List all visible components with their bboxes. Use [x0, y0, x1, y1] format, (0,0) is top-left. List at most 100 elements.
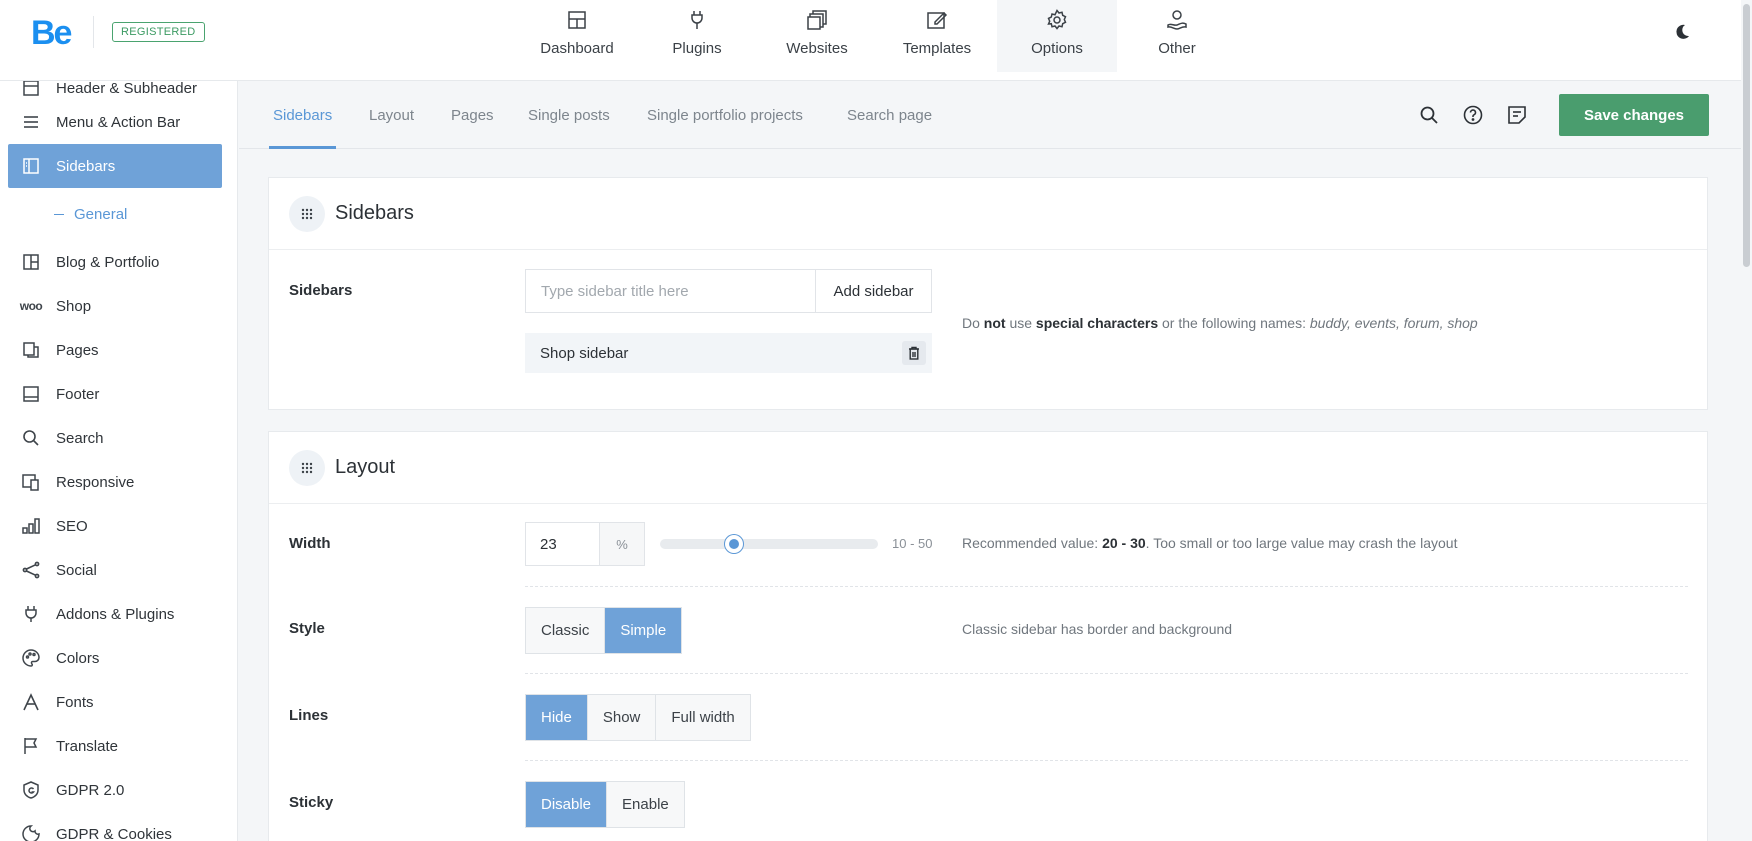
menu-icon [20, 111, 42, 133]
sidebar-item-footer[interactable]: Footer [8, 372, 222, 416]
top-bar: Be REGISTERED Dashboard Plugins Websites… [0, 0, 1752, 81]
pages-icon [20, 339, 42, 361]
shield-icon [20, 779, 42, 801]
drag-handle-icon[interactable] [289, 196, 325, 232]
topnav-label: Plugins [672, 40, 722, 57]
sidebar-title-input[interactable]: Type sidebar title here [525, 269, 816, 313]
drag-handle-icon[interactable] [289, 450, 325, 486]
blog-icon [20, 251, 42, 273]
hint-text: . Too small or too large value may crash… [1145, 535, 1458, 551]
sidebar-item-seo[interactable]: SEO [8, 504, 222, 548]
sidebar-item-label: Translate [56, 737, 118, 755]
tab-pages[interactable]: Pages [451, 81, 494, 149]
sticky-option-enable[interactable]: Enable [607, 782, 684, 827]
registered-badge: REGISTERED [112, 22, 205, 42]
topnav-plugins[interactable]: Plugins [637, 0, 757, 72]
betheme-logo[interactable]: Be [31, 14, 72, 53]
palette-icon [20, 647, 42, 669]
sidebar-item-colors[interactable]: Colors [8, 636, 222, 680]
sidebar-item-search[interactable]: Search [8, 416, 222, 460]
lines-option-full-width[interactable]: Full width [656, 695, 749, 740]
sidebar-item-menu[interactable]: Menu & Action Bar [8, 100, 222, 144]
sidebar-name-hint: Do not use special characters or the fol… [962, 315, 1478, 331]
page-scrollbar-thumb[interactable] [1743, 4, 1750, 267]
lines-option-show[interactable]: Show [588, 695, 657, 740]
width-hint: Recommended value: 20 - 30. Too small or… [962, 535, 1457, 551]
width-slider-handle[interactable] [725, 535, 743, 553]
topnav-websites[interactable]: Websites [757, 0, 877, 72]
tab-single-portfolio[interactable]: Single portfolio projects [647, 81, 803, 149]
search-icon [20, 427, 42, 449]
sidebar-item-label: GDPR & Cookies [56, 825, 172, 841]
style-option-classic[interactable]: Classic [526, 608, 606, 653]
topnav-other[interactable]: Other [1117, 0, 1237, 72]
sidebar-item-blog[interactable]: Blog & Portfolio [8, 240, 222, 284]
font-icon [20, 691, 42, 713]
sidebar-item-social[interactable]: Social [8, 548, 222, 592]
tab-search-page[interactable]: Search page [847, 81, 932, 149]
sidebar-item-shop[interactable]: woo Shop [8, 284, 222, 328]
sidebar-item-label: Search [56, 429, 104, 447]
sidebar-item-sidebars[interactable]: Sidebars [8, 144, 222, 188]
field-label-style: Style [289, 620, 325, 637]
search-icon[interactable] [1418, 104, 1440, 126]
style-option-simple[interactable]: Simple [605, 608, 682, 653]
sidebar-item-translate[interactable]: Translate [8, 724, 222, 768]
sticky-option-disable[interactable]: Disable [526, 782, 608, 827]
width-value[interactable]: 23 [526, 523, 600, 565]
dash-marker [54, 213, 64, 215]
sidebar-item-addons[interactable]: Addons & Plugins [8, 592, 222, 636]
sidebar-icon [20, 155, 42, 177]
options-sidebar: Header & Subheader Menu & Action Bar Sid… [0, 81, 238, 841]
topnav-label: Other [1158, 40, 1196, 57]
tab-single-posts[interactable]: Single posts [528, 81, 610, 149]
sidebar-item-label: Header & Subheader [56, 81, 197, 97]
moon-icon[interactable] [1670, 20, 1694, 44]
sidebar-item-gdpr[interactable]: GDPR 2.0 [8, 768, 222, 812]
sidebar-item-label: SEO [56, 517, 88, 535]
sidebar-item-label: GDPR 2.0 [56, 781, 125, 799]
save-changes-button[interactable]: Save changes [1559, 94, 1709, 136]
footer-icon [20, 383, 42, 405]
sidebar-name: Shop sidebar [540, 344, 629, 362]
field-label-width: Width [289, 535, 331, 552]
trash-icon[interactable] [902, 341, 926, 365]
sidebar-item-pages[interactable]: Pages [8, 328, 222, 372]
sidebar-item-label: Blog & Portfolio [56, 253, 160, 271]
sidebar-item-gdpr-cookies[interactable]: GDPR & Cookies [8, 812, 222, 841]
field-label-lines: Lines [289, 707, 329, 724]
topnav-label: Websites [786, 40, 848, 57]
panel-header: Sidebars [269, 178, 1707, 250]
woo-icon: woo [19, 299, 43, 313]
field-label-sticky: Sticky [289, 794, 334, 811]
width-slider-track[interactable] [660, 539, 878, 549]
width-unit: % [600, 523, 644, 565]
hint-text: use [1009, 315, 1033, 331]
sidebar-item-responsive[interactable]: Responsive [8, 460, 222, 504]
tab-sidebars[interactable]: Sidebars [268, 81, 337, 149]
cookie-icon [20, 823, 42, 841]
sidebar-subitem-general[interactable]: General [54, 201, 127, 227]
lines-option-hide[interactable]: Hide [526, 695, 588, 740]
topnav-templates[interactable]: Templates [877, 0, 997, 72]
sticky-toggle: Disable Enable [525, 781, 685, 828]
add-sidebar-button[interactable]: Add sidebar [816, 269, 932, 313]
help-icon[interactable] [1462, 104, 1484, 126]
style-hint: Classic sidebar has border and backgroun… [962, 621, 1233, 637]
topnav-options[interactable]: Options [997, 0, 1117, 72]
topnav-label: Templates [902, 40, 972, 57]
width-input[interactable]: 23 % [525, 522, 645, 566]
tab-layout[interactable]: Layout [369, 81, 414, 149]
sidebar-item-label: Responsive [56, 473, 135, 491]
sidebar-item-fonts[interactable]: Fonts [8, 680, 222, 724]
changelog-icon[interactable] [1506, 104, 1528, 126]
sidebar-subitem-label: General [74, 205, 128, 223]
width-range-label: 10 - 50 [892, 536, 933, 551]
share-icon [20, 559, 42, 581]
websites-icon [807, 10, 827, 30]
dashboard-icon [568, 11, 586, 29]
logo-divider [93, 16, 94, 48]
hint-names: buddy, events, forum, shop [1309, 315, 1478, 331]
topnav-dashboard[interactable]: Dashboard [517, 0, 637, 72]
lines-toggle: Hide Show Full width [525, 694, 751, 741]
